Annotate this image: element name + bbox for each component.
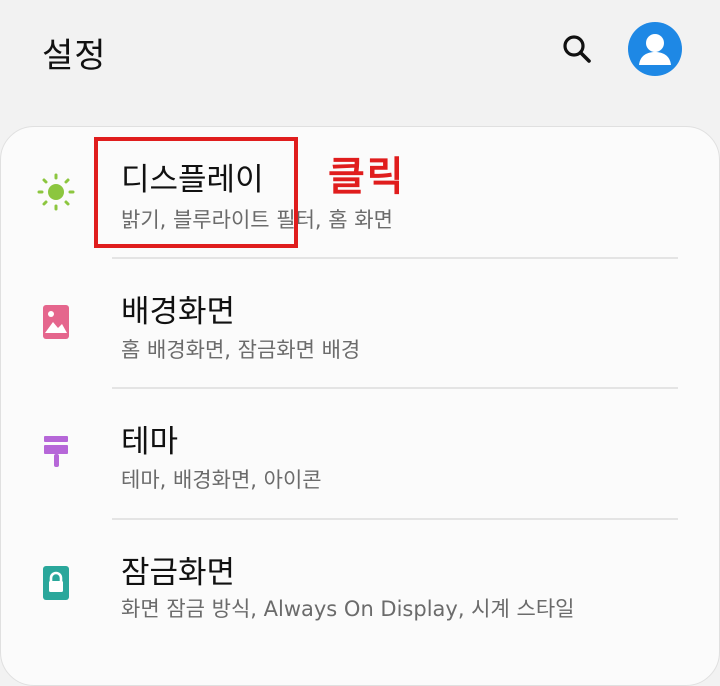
divider <box>112 387 678 389</box>
click-highlight-box <box>94 137 298 248</box>
settings-item-subtitle: 화면 잠금 방식, Always On Display, 시계 스타일 <box>121 597 575 621</box>
app-header: 설정 <box>0 0 720 110</box>
paint-brush-icon <box>36 432 76 472</box>
page-title: 설정 <box>42 36 107 76</box>
settings-item-theme[interactable]: 테마 테마, 배경화면, 아이콘 <box>0 402 720 532</box>
divider <box>112 257 678 259</box>
settings-item-subtitle: 테마, 배경화면, 아이콘 <box>121 468 322 492</box>
settings-item-wallpaper[interactable]: 배경화면 홈 배경화면, 잠금화면 배경 <box>0 272 720 402</box>
click-annotation-label: 클릭 <box>328 154 406 200</box>
lock-icon <box>36 563 76 603</box>
search-icon <box>563 35 591 63</box>
settings-item-label: 잠금화면 <box>121 555 236 591</box>
settings-item-label: 배경화면 <box>121 294 236 330</box>
search-button[interactable] <box>556 28 598 70</box>
settings-item-label: 테마 <box>121 424 179 460</box>
divider <box>112 518 678 520</box>
account-avatar-icon <box>639 34 671 65</box>
settings-item-lockscreen[interactable]: 잠금화면 화면 잠금 방식, Always On Display, 시계 스타일 <box>0 533 720 663</box>
sun-icon <box>36 172 76 212</box>
account-avatar-button[interactable] <box>628 22 682 76</box>
settings-item-subtitle: 홈 배경화면, 잠금화면 배경 <box>121 338 361 362</box>
image-icon <box>36 302 76 342</box>
